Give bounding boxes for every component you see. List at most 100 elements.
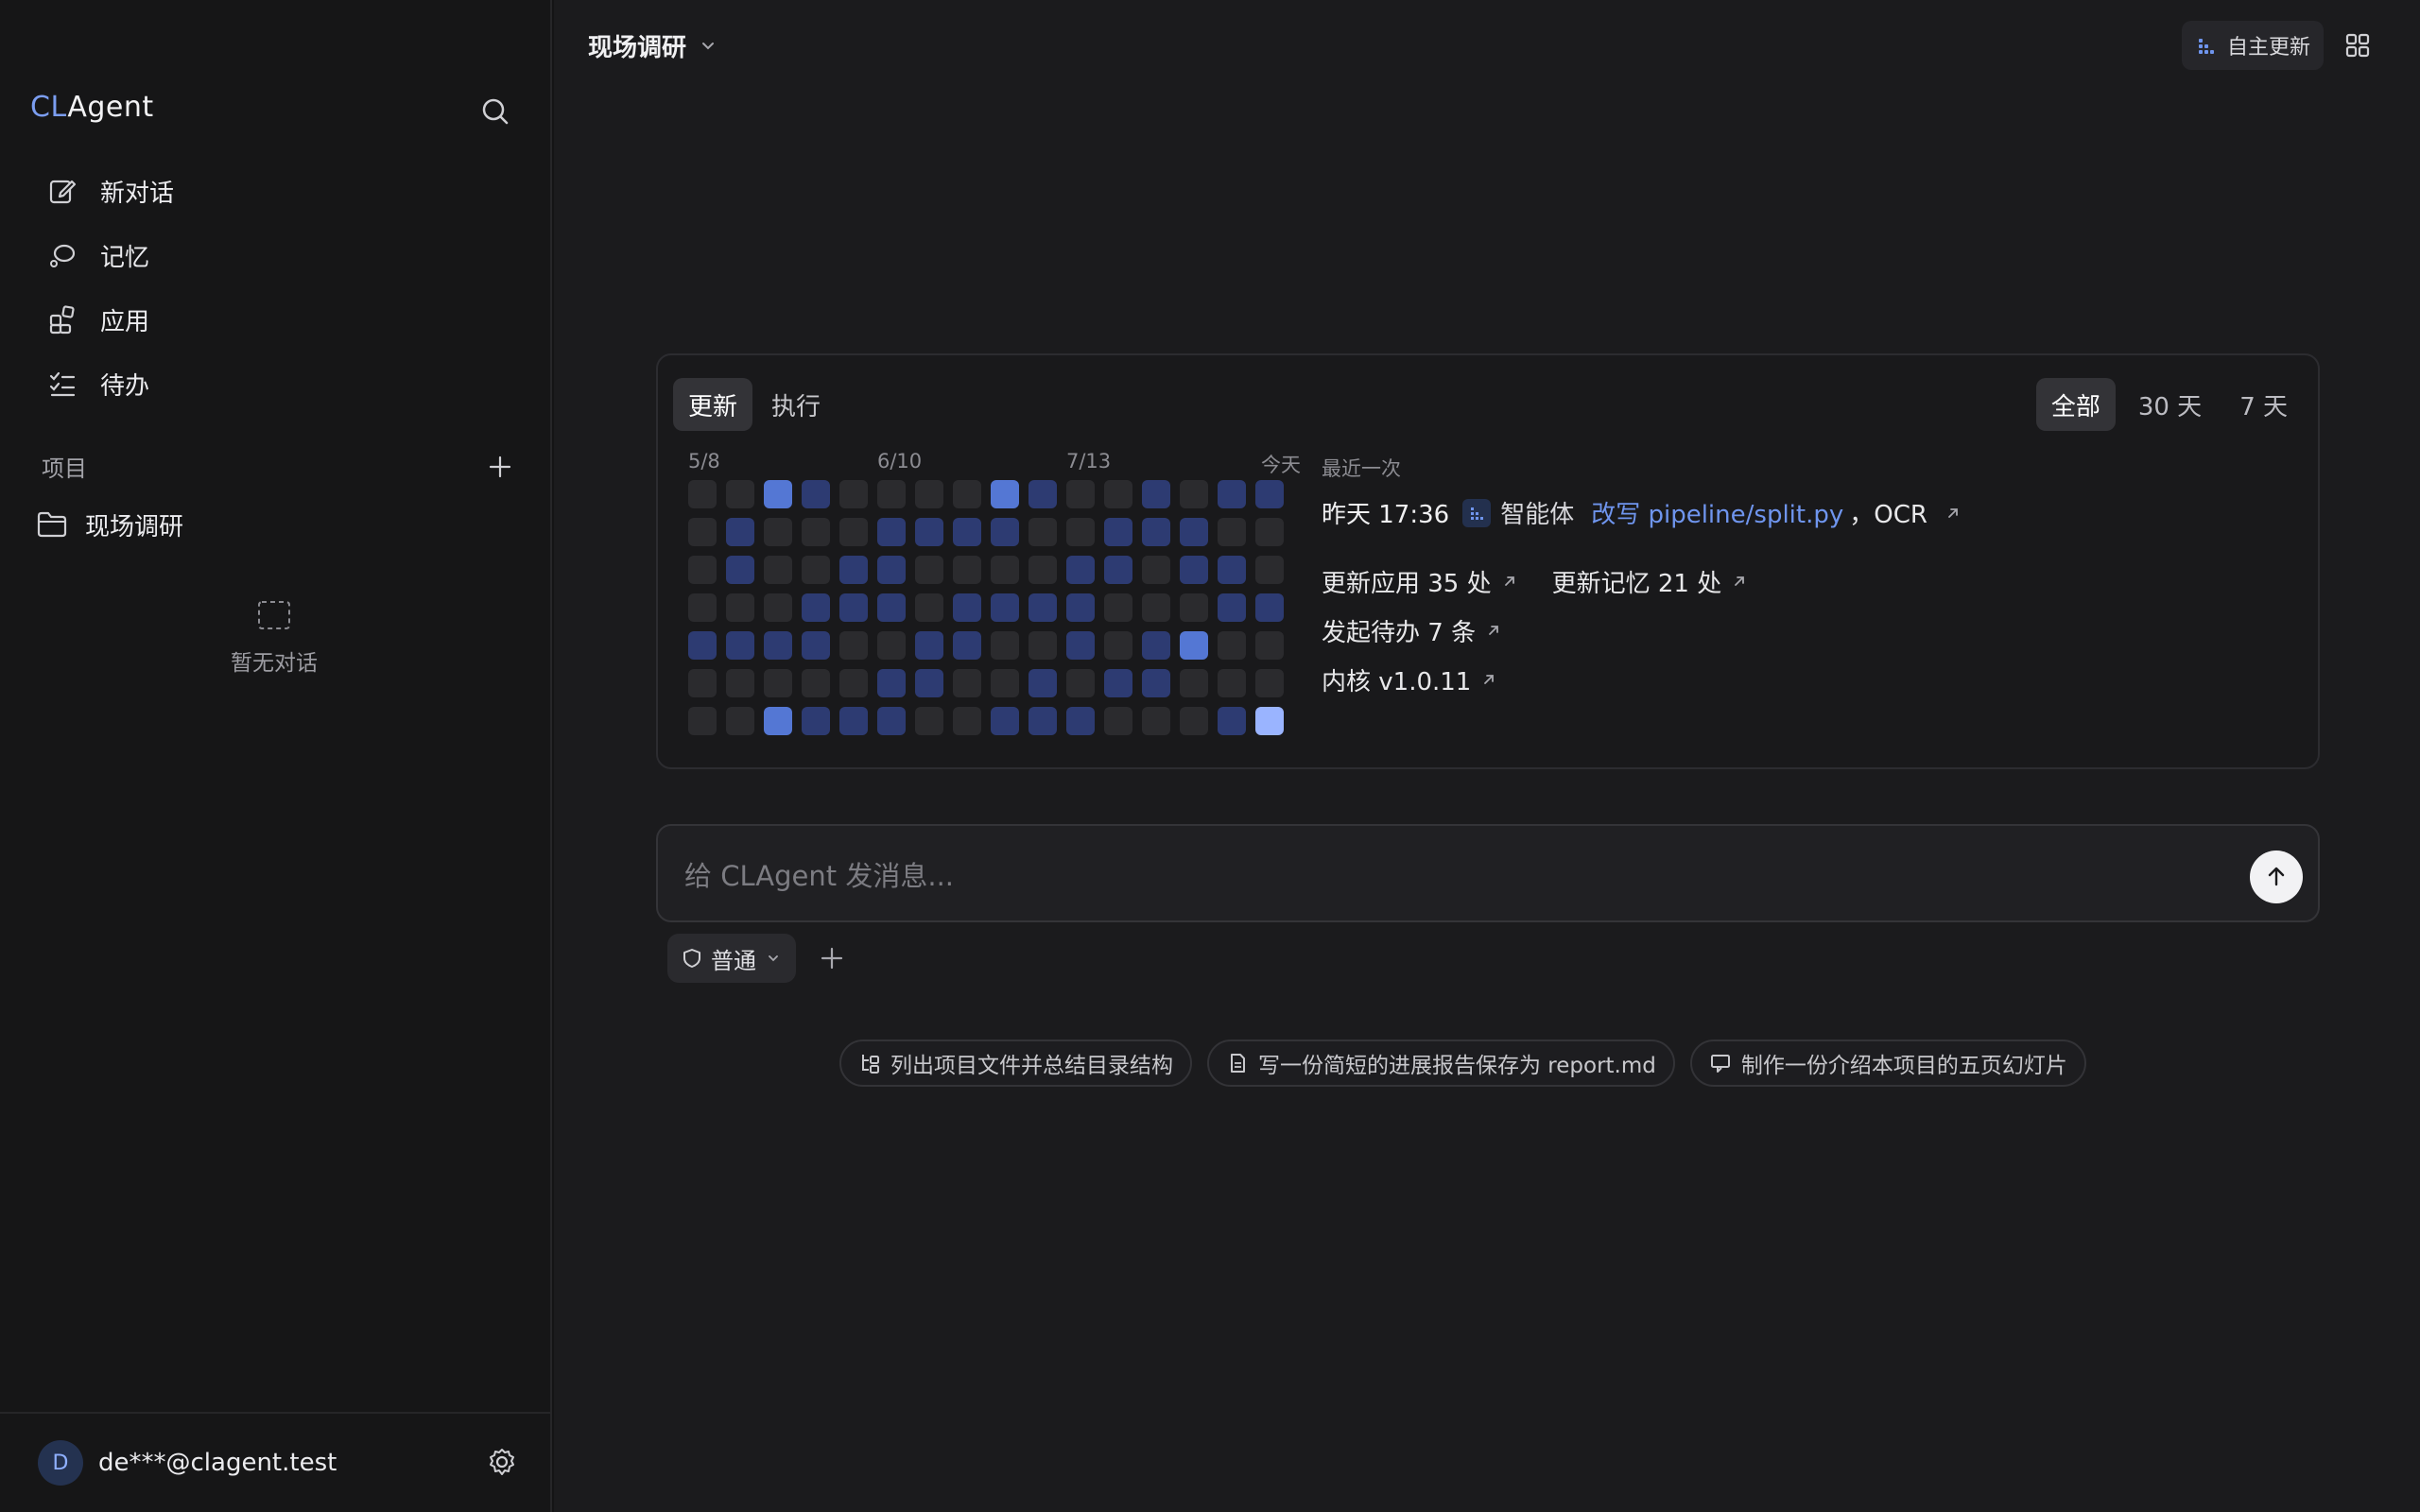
heatmap-cell[interactable] — [1142, 518, 1170, 546]
heatmap-cell[interactable] — [1066, 707, 1095, 735]
heatmap-cell[interactable] — [1218, 593, 1246, 622]
send-button[interactable] — [2250, 850, 2303, 903]
range-30-days[interactable]: 30 天 — [2123, 378, 2217, 431]
heatmap-cell[interactable] — [1028, 669, 1057, 697]
heatmap-cell[interactable] — [688, 631, 717, 660]
heatmap-cell[interactable] — [1255, 518, 1284, 546]
heatmap-cell[interactable] — [1104, 631, 1132, 660]
heatmap-cell[interactable] — [1066, 556, 1095, 584]
heatmap-cell[interactable] — [764, 518, 792, 546]
heatmap-cell[interactable] — [1180, 593, 1208, 622]
heatmap-cell[interactable] — [1028, 707, 1057, 735]
heatmap-cell[interactable] — [877, 480, 906, 508]
heatmap-cell[interactable] — [1104, 669, 1132, 697]
heatmap-cell[interactable] — [1255, 707, 1284, 735]
heatmap-cell[interactable] — [802, 556, 830, 584]
sidebar-item-new-chat[interactable]: 新对话 — [30, 159, 522, 223]
user-email[interactable]: de***@clagent.test — [98, 1449, 337, 1477]
stat-memory-updated[interactable]: 更新记忆 21 处 — [1552, 564, 1749, 599]
heatmap-cell[interactable] — [877, 631, 906, 660]
heatmap-cell[interactable] — [1218, 669, 1246, 697]
heatmap-cell[interactable] — [1180, 518, 1208, 546]
heatmap-cell[interactable] — [991, 556, 1019, 584]
heatmap-cell[interactable] — [1142, 707, 1170, 735]
heatmap-cell[interactable] — [726, 707, 754, 735]
sidebar-item-apps[interactable]: 应用 — [30, 287, 522, 352]
heatmap-cell[interactable] — [915, 631, 943, 660]
heatmap-cell[interactable] — [991, 631, 1019, 660]
search-button[interactable] — [478, 94, 512, 129]
heatmap-cell[interactable] — [1218, 707, 1246, 735]
heatmap-cell[interactable] — [1104, 707, 1132, 735]
heatmap-cell[interactable] — [877, 669, 906, 697]
tab-updates[interactable]: 更新 — [673, 378, 753, 431]
suggestion-chip-report[interactable]: 写一份简短的进展报告保存为 report.md — [1207, 1040, 1675, 1087]
heatmap-cell[interactable] — [1142, 631, 1170, 660]
heatmap-cell[interactable] — [1218, 631, 1246, 660]
heatmap-cell[interactable] — [953, 631, 981, 660]
heatmap-cell[interactable] — [915, 556, 943, 584]
sidebar-project-item[interactable]: 现场调研 — [36, 503, 183, 546]
heatmap-cell[interactable] — [991, 707, 1019, 735]
heatmap-cell[interactable] — [1028, 631, 1057, 660]
heatmap-cell[interactable] — [1028, 556, 1057, 584]
heatmap-cell[interactable] — [991, 518, 1019, 546]
heatmap-cell[interactable] — [915, 593, 943, 622]
heatmap-cell[interactable] — [1066, 593, 1095, 622]
heatmap-cell[interactable] — [726, 631, 754, 660]
heatmap-cell[interactable] — [1066, 480, 1095, 508]
heatmap-cell[interactable] — [764, 593, 792, 622]
heatmap-cell[interactable] — [1142, 669, 1170, 697]
heatmap-cell[interactable] — [1180, 707, 1208, 735]
heatmap-cell[interactable] — [802, 518, 830, 546]
heatmap-cell[interactable] — [688, 669, 717, 697]
heatmap-cell[interactable] — [877, 593, 906, 622]
layout-grid-button[interactable] — [2341, 28, 2375, 62]
heatmap-cell[interactable] — [953, 480, 981, 508]
heatmap-cell[interactable] — [839, 707, 868, 735]
heatmap-cell[interactable] — [802, 631, 830, 660]
heatmap-cell[interactable] — [991, 593, 1019, 622]
recent-action-link[interactable]: 改写 pipeline/split.py — [1591, 495, 1843, 530]
heatmap-cell[interactable] — [1066, 669, 1095, 697]
heatmap-cell[interactable] — [1028, 480, 1057, 508]
heatmap-cell[interactable] — [1142, 480, 1170, 508]
heatmap-cell[interactable] — [726, 518, 754, 546]
heatmap-cell[interactable] — [1218, 480, 1246, 508]
heatmap-cell[interactable] — [764, 707, 792, 735]
heatmap-cell[interactable] — [1255, 593, 1284, 622]
mode-selector[interactable]: 普通 — [667, 934, 796, 983]
heatmap-cell[interactable] — [1180, 556, 1208, 584]
heatmap-cell[interactable] — [802, 593, 830, 622]
heatmap-cell[interactable] — [953, 518, 981, 546]
range-7-days[interactable]: 7 天 — [2224, 378, 2303, 431]
heatmap-cell[interactable] — [1218, 556, 1246, 584]
heatmap-cell[interactable] — [1104, 593, 1132, 622]
tab-executions[interactable]: 执行 — [756, 378, 836, 431]
heatmap-cell[interactable] — [688, 556, 717, 584]
heatmap-cell[interactable] — [764, 480, 792, 508]
heatmap-cell[interactable] — [953, 593, 981, 622]
heatmap-cell[interactable] — [1142, 556, 1170, 584]
heatmap-cell[interactable] — [953, 669, 981, 697]
heatmap-cell[interactable] — [953, 707, 981, 735]
heatmap-cell[interactable] — [991, 480, 1019, 508]
heatmap-cell[interactable] — [688, 593, 717, 622]
heatmap-cell[interactable] — [1104, 518, 1132, 546]
heatmap-cell[interactable] — [1142, 593, 1170, 622]
heatmap-cell[interactable] — [839, 631, 868, 660]
avatar[interactable]: D — [38, 1440, 83, 1486]
heatmap-cell[interactable] — [1180, 631, 1208, 660]
heatmap-cell[interactable] — [1066, 631, 1095, 660]
heatmap-cell[interactable] — [688, 480, 717, 508]
heatmap-cell[interactable] — [764, 556, 792, 584]
message-input-placeholder[interactable]: 给 CLAgent 发消息... — [684, 854, 954, 894]
heatmap-cell[interactable] — [688, 707, 717, 735]
heatmap-cell[interactable] — [1218, 518, 1246, 546]
stat-kernel-version[interactable]: 内核 v1.0.11 — [1322, 662, 1497, 697]
heatmap-cell[interactable] — [1255, 631, 1284, 660]
settings-button[interactable] — [486, 1446, 520, 1480]
heatmap-cell[interactable] — [802, 669, 830, 697]
heatmap-cell[interactable] — [764, 631, 792, 660]
sidebar-item-memory[interactable]: 记忆 — [30, 223, 522, 287]
